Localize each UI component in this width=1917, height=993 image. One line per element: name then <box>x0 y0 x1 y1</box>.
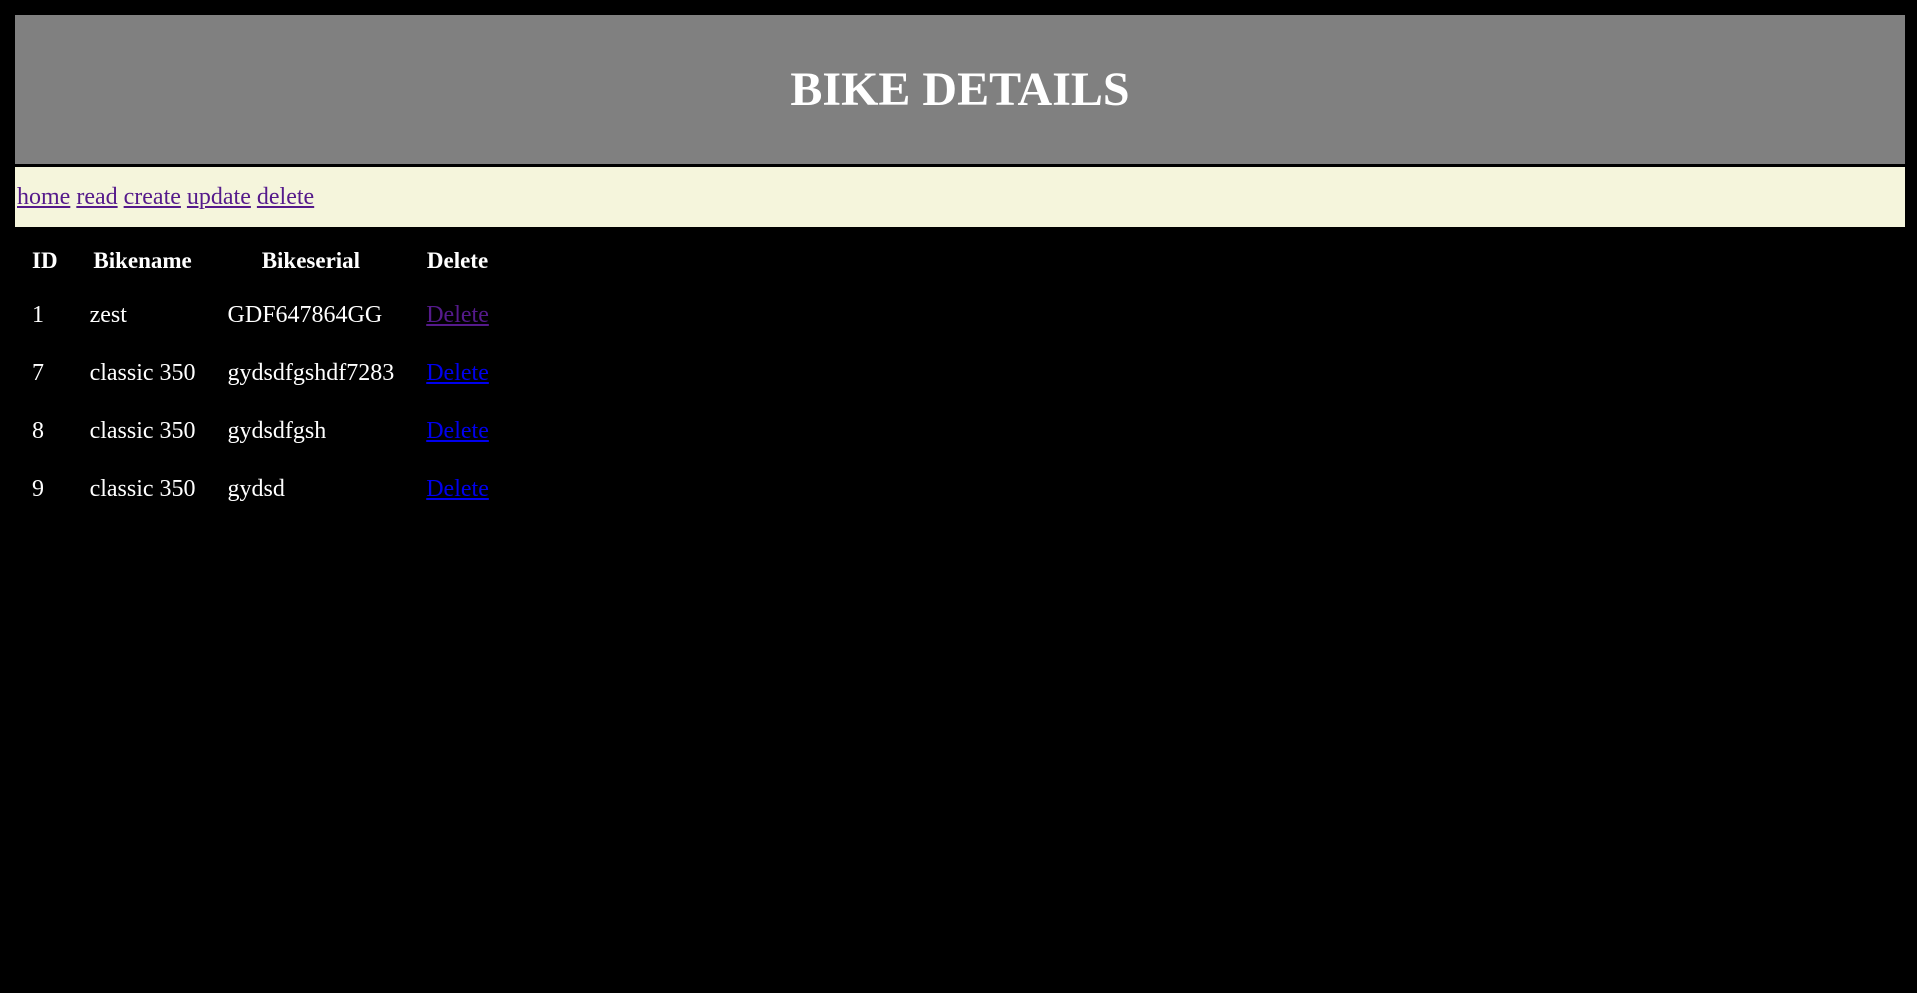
cell-delete: Delete <box>411 345 504 401</box>
table-header-row: ID Bikename Bikeserial Delete <box>17 240 504 285</box>
nav-link-update[interactable]: update <box>187 184 251 211</box>
table-row: 9 classic 350 gydsd Delete <box>17 461 504 517</box>
nav-bar: home read create update delete <box>15 167 1905 227</box>
delete-link[interactable]: Delete <box>426 418 489 444</box>
cell-bikename: classic 350 <box>89 359 196 386</box>
bike-table: ID Bikename Bikeserial Delete 1 zest GDF… <box>15 238 506 519</box>
table-row: 8 classic 350 gydsdfgsh Delete <box>17 403 504 459</box>
cell-id: 1 <box>32 301 44 328</box>
page-title: BIKE DETAILS <box>790 63 1130 116</box>
nav-link-home[interactable]: home <box>17 184 70 211</box>
cell-id: 7 <box>32 359 44 386</box>
column-header-id: ID <box>32 248 58 273</box>
page-header: BIKE DETAILS <box>15 15 1905 164</box>
cell-delete: Delete <box>411 461 504 517</box>
cell-bikeserial: gydsdfgshdf7283 <box>227 359 395 386</box>
nav-link-delete[interactable]: delete <box>257 184 314 211</box>
cell-bikeserial: gydsd <box>227 475 285 502</box>
cell-bikeserial: GDF647864GG <box>227 301 383 328</box>
cell-bikename: classic 350 <box>89 417 196 444</box>
table-row: 7 classic 350 gydsdfgshdf7283 Delete <box>17 345 504 401</box>
cell-bikeserial: gydsdfgsh <box>227 417 327 444</box>
cell-bikename: classic 350 <box>89 475 196 502</box>
cell-bikename: zest <box>89 301 127 328</box>
delete-link[interactable]: Delete <box>426 476 489 502</box>
nav-link-create[interactable]: create <box>124 184 181 211</box>
cell-id: 8 <box>32 417 44 444</box>
cell-delete: Delete <box>411 287 504 343</box>
column-header-delete: Delete <box>426 248 489 273</box>
column-header-bikename: Bikename <box>93 248 192 273</box>
column-header-bikeserial: Bikeserial <box>261 248 361 273</box>
table-row: 1 zest GDF647864GG Delete <box>17 287 504 343</box>
cell-delete: Delete <box>411 403 504 459</box>
delete-link[interactable]: Delete <box>426 360 489 386</box>
nav-link-read[interactable]: read <box>76 184 117 211</box>
delete-link[interactable]: Delete <box>426 302 489 328</box>
cell-id: 9 <box>32 475 44 502</box>
